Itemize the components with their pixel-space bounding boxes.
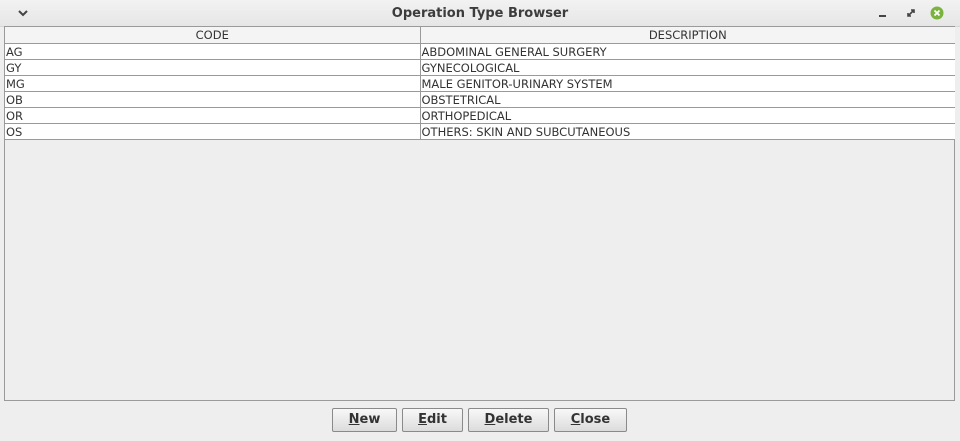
delete-button-label: elete xyxy=(495,412,533,427)
maximize-icon[interactable] xyxy=(904,5,918,19)
table-row[interactable]: GY GYNECOLOGICAL xyxy=(5,59,955,76)
description-cell[interactable]: ORTHOPEDICAL xyxy=(420,107,955,124)
delete-button-mnemonic: D xyxy=(484,412,496,427)
new-button-mnemonic: N xyxy=(348,412,360,427)
edit-button[interactable]: Edit xyxy=(402,408,463,432)
column-header-code[interactable]: CODE xyxy=(5,27,421,44)
delete-button[interactable]: Delete xyxy=(468,408,549,432)
close-icon[interactable] xyxy=(930,5,944,20)
table-row[interactable]: OR ORTHOPEDICAL xyxy=(5,107,955,124)
button-bar: New Edit Delete Close xyxy=(0,407,960,435)
description-cell[interactable]: GYNECOLOGICAL xyxy=(420,59,955,76)
minimize-icon[interactable] xyxy=(876,5,890,19)
table-row[interactable]: OB OBSTETRICAL xyxy=(5,91,955,108)
table-row[interactable]: OS OTHERS: SKIN AND SUBCUTANEOUS xyxy=(5,123,955,140)
window-title: Operation Type Browser xyxy=(391,6,569,21)
close-button-label: lose xyxy=(580,412,611,427)
code-cell[interactable]: OR xyxy=(5,107,421,124)
description-cell[interactable]: OBSTETRICAL xyxy=(420,91,955,108)
new-button-label: ew xyxy=(359,412,381,427)
table-header-row: CODE DESCRIPTION xyxy=(5,27,955,44)
close-button[interactable]: Close xyxy=(554,408,627,432)
new-button[interactable]: New xyxy=(332,408,397,432)
column-header-description[interactable]: DESCRIPTION xyxy=(420,27,955,44)
code-cell[interactable]: MG xyxy=(5,75,421,92)
code-cell[interactable]: GY xyxy=(5,59,421,76)
table-row[interactable]: AG ABDOMINAL GENERAL SURGERY xyxy=(5,43,955,60)
edit-button-mnemonic: E xyxy=(418,412,427,427)
close-button-mnemonic: C xyxy=(570,412,581,427)
code-cell[interactable]: OB xyxy=(5,91,421,108)
edit-button-label: dit xyxy=(426,412,447,427)
description-cell[interactable]: MALE GENITOR-URINARY SYSTEM xyxy=(420,75,955,92)
title-bar: Operation Type Browser xyxy=(0,0,960,27)
table-row[interactable]: MG MALE GENITOR-URINARY SYSTEM xyxy=(5,75,955,92)
code-cell[interactable]: AG xyxy=(5,43,421,60)
operation-type-table[interactable]: CODE DESCRIPTION AG ABDOMINAL GENERAL SU… xyxy=(4,26,955,401)
description-cell[interactable]: OTHERS: SKIN AND SUBCUTANEOUS xyxy=(420,123,955,140)
code-cell[interactable]: OS xyxy=(5,123,421,140)
description-cell[interactable]: ABDOMINAL GENERAL SURGERY xyxy=(420,43,955,60)
